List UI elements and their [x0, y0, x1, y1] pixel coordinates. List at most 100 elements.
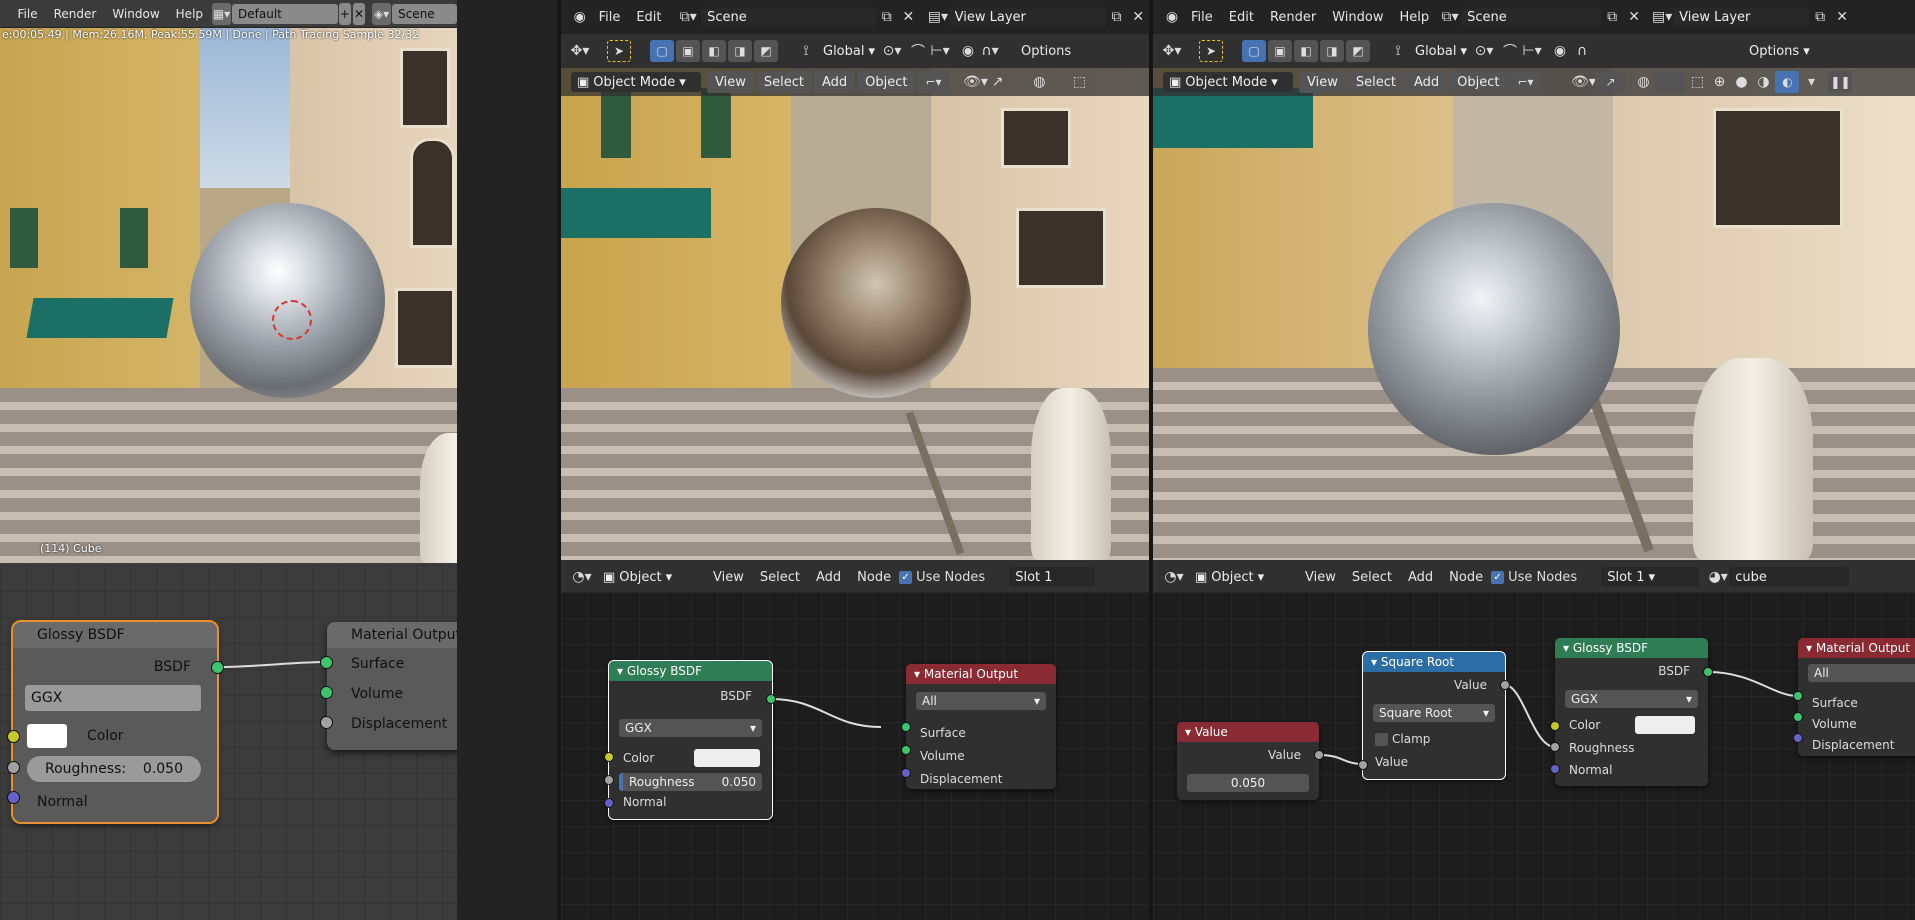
select-mode-invert-icon[interactable]: ◨	[728, 40, 752, 62]
socket-surface-in[interactable]	[320, 656, 333, 669]
select-mode-subtract-icon[interactable]: ◧	[702, 40, 726, 62]
socket-sqrt-out[interactable]	[1500, 680, 1510, 690]
menu-help[interactable]: Help	[1392, 10, 1438, 25]
scene-field[interactable]: Scene	[392, 3, 457, 24]
screen-layout-field[interactable]: Default	[232, 3, 338, 24]
scene-selector-icon[interactable]: ⧉▾	[678, 6, 700, 28]
visibility-icon[interactable]: 👁▾	[963, 71, 988, 93]
node-glossy-bsdf[interactable]: ▾ Glossy BSDF BSDF GGX ▾ Color Roughness …	[1555, 638, 1708, 786]
material-name-field[interactable]: cube	[1729, 567, 1850, 587]
copy-scene-icon[interactable]: ⧉	[876, 6, 898, 28]
viewport-extra-icon[interactable]: ⌐▾	[917, 71, 950, 93]
use-nodes-checkbox[interactable]: ✓	[1491, 570, 1505, 584]
falloff-icon[interactable]: ∩▾	[979, 40, 1001, 62]
snap-target-icon[interactable]: ⊢▾	[1521, 40, 1543, 62]
shader-type-field[interactable]: ▣ Object ▾	[1189, 567, 1289, 587]
socket-surface-in[interactable]	[901, 722, 911, 732]
slot-field[interactable]: Slot 1 ▾	[1601, 567, 1700, 587]
options-button[interactable]: Options ▾	[1743, 41, 1816, 61]
node-sqrt-clamp[interactable]: Clamp	[1375, 732, 1430, 746]
socket-displacement-in[interactable]	[1793, 733, 1803, 743]
falloff-icon[interactable]: ∩	[1571, 40, 1593, 62]
shading-dropdown-icon[interactable]: ▾	[1800, 71, 1822, 93]
select-mode-extend-icon[interactable]: ▣	[676, 40, 700, 62]
socket-color-in[interactable]	[1550, 721, 1560, 731]
pivot-icon[interactable]: ⊙▾	[881, 40, 903, 62]
node-glossy-color-swatch[interactable]	[27, 724, 67, 748]
pause-render-icon[interactable]: ❚❚	[1828, 71, 1853, 93]
node-glossy-color-swatch[interactable]	[694, 749, 760, 767]
node-node-menu[interactable]: Node	[1441, 570, 1491, 585]
view-layer-icon[interactable]: ▤▾	[927, 6, 949, 28]
view-layer-icon[interactable]: ▤▾	[1651, 6, 1673, 28]
object-menu[interactable]: Object	[1449, 71, 1508, 93]
socket-normal-in[interactable]	[604, 798, 614, 808]
middle-viewport[interactable]: ▣ Object Mode ▾ View Select Add Object ⌐▾…	[561, 68, 1149, 560]
editor-type-icon[interactable]: ◔▾	[1163, 566, 1185, 588]
xray-icon[interactable]: ⬚	[1686, 71, 1708, 93]
socket-roughness-in[interactable]	[7, 761, 20, 774]
shading-wireframe-icon[interactable]: ⊕	[1708, 71, 1730, 93]
socket-bsdf-out[interactable]	[766, 694, 776, 704]
menu-window[interactable]: Window	[1324, 10, 1391, 25]
node-output-target[interactable]: All ▾	[916, 692, 1046, 710]
select-menu[interactable]: Select	[755, 71, 812, 93]
delete-scene-icon[interactable]: ✕	[1623, 6, 1645, 28]
add-menu[interactable]: Add	[1405, 71, 1448, 93]
menu-render[interactable]: Render	[46, 7, 105, 21]
select-tool-icon[interactable]: ➤	[1199, 40, 1223, 62]
node-output-target[interactable]: All	[1808, 664, 1915, 682]
scene-icon[interactable]: ◈▾	[372, 2, 392, 25]
select-mode-extend-icon[interactable]: ▣	[1268, 40, 1292, 62]
overlay-icon[interactable]: ◍	[1632, 71, 1654, 93]
mode-selector[interactable]: ▣ Object Mode ▾	[1163, 72, 1293, 92]
node-sqrt-operation[interactable]: Square Root ▾	[1373, 704, 1495, 722]
orientation-field[interactable]: Global ▾	[1409, 41, 1474, 61]
left-node-editor[interactable]: Glossy BSDF BSDF GGX Color Roughness: 0.…	[0, 565, 457, 920]
menu-window[interactable]: Window	[104, 7, 167, 21]
object-menu[interactable]: Object	[857, 71, 916, 93]
gizmo-icon[interactable]: ↗	[1595, 71, 1626, 93]
node-value-field[interactable]: 0.050	[1187, 774, 1309, 792]
visibility-icon[interactable]: 👁▾	[1571, 71, 1596, 93]
close-screen-icon[interactable]: ✕	[352, 2, 366, 25]
xray-icon[interactable]: ⬚	[1068, 71, 1090, 93]
socket-color-in[interactable]	[7, 730, 20, 743]
add-screen-icon[interactable]: +	[338, 2, 351, 25]
transform-icon[interactable]: ✥▾	[1161, 40, 1183, 62]
node-material-output[interactable]: Material Output Surface Volume Displacem…	[327, 622, 457, 750]
select-mode-new-icon[interactable]: ▢	[650, 40, 674, 62]
blender-logo-icon[interactable]: ◉	[1161, 6, 1183, 28]
snap-icon[interactable]: ⌒	[907, 40, 929, 62]
copy-view-layer-icon[interactable]: ⧉	[1809, 6, 1831, 28]
mode-selector[interactable]: ▣ Object Mode ▾	[571, 72, 701, 92]
options-button[interactable]: Options	[1013, 44, 1079, 59]
snap-icon[interactable]: ⌒	[1499, 40, 1521, 62]
node-value[interactable]: ▾ Value Value 0.050	[1177, 722, 1319, 800]
select-menu[interactable]: Select	[1347, 71, 1404, 93]
select-tool-icon[interactable]: ➤	[607, 40, 631, 62]
orientation-icon[interactable]: ⟟	[795, 40, 817, 62]
socket-volume-in[interactable]	[320, 686, 333, 699]
right-viewport[interactable]: ▣ Object Mode ▾ View Select Add Object ⌐▾…	[1153, 68, 1915, 560]
node-select-menu[interactable]: Select	[752, 570, 808, 585]
node-glossy-distribution[interactable]: GGX ▾	[1565, 690, 1698, 708]
shading-material-icon[interactable]: ◑	[1752, 71, 1774, 93]
menu-render[interactable]: Render	[1262, 10, 1324, 25]
socket-displacement-in[interactable]	[901, 768, 911, 778]
delete-view-layer-icon[interactable]: ✕	[1831, 6, 1853, 28]
node-node-menu[interactable]: Node	[849, 570, 899, 585]
node-material-output[interactable]: ▾ Material Output All Surface Volume Dis…	[1798, 638, 1915, 756]
node-add-menu[interactable]: Add	[1400, 570, 1441, 585]
select-mode-intersect-icon[interactable]: ◩	[1346, 40, 1370, 62]
menu-file[interactable]: File	[591, 10, 629, 25]
socket-volume-in[interactable]	[1793, 712, 1803, 722]
add-menu[interactable]: Add	[813, 71, 856, 93]
snap-target-icon[interactable]: ⊢▾	[929, 40, 951, 62]
socket-surface-in[interactable]	[1793, 691, 1803, 701]
node-glossy-roughness[interactable]: Roughness: 0.050	[27, 756, 201, 782]
select-mode-intersect-icon[interactable]: ◩	[754, 40, 778, 62]
menu-edit[interactable]: Edit	[1221, 10, 1262, 25]
socket-value-out[interactable]	[1314, 750, 1324, 760]
socket-color-in[interactable]	[604, 752, 614, 762]
